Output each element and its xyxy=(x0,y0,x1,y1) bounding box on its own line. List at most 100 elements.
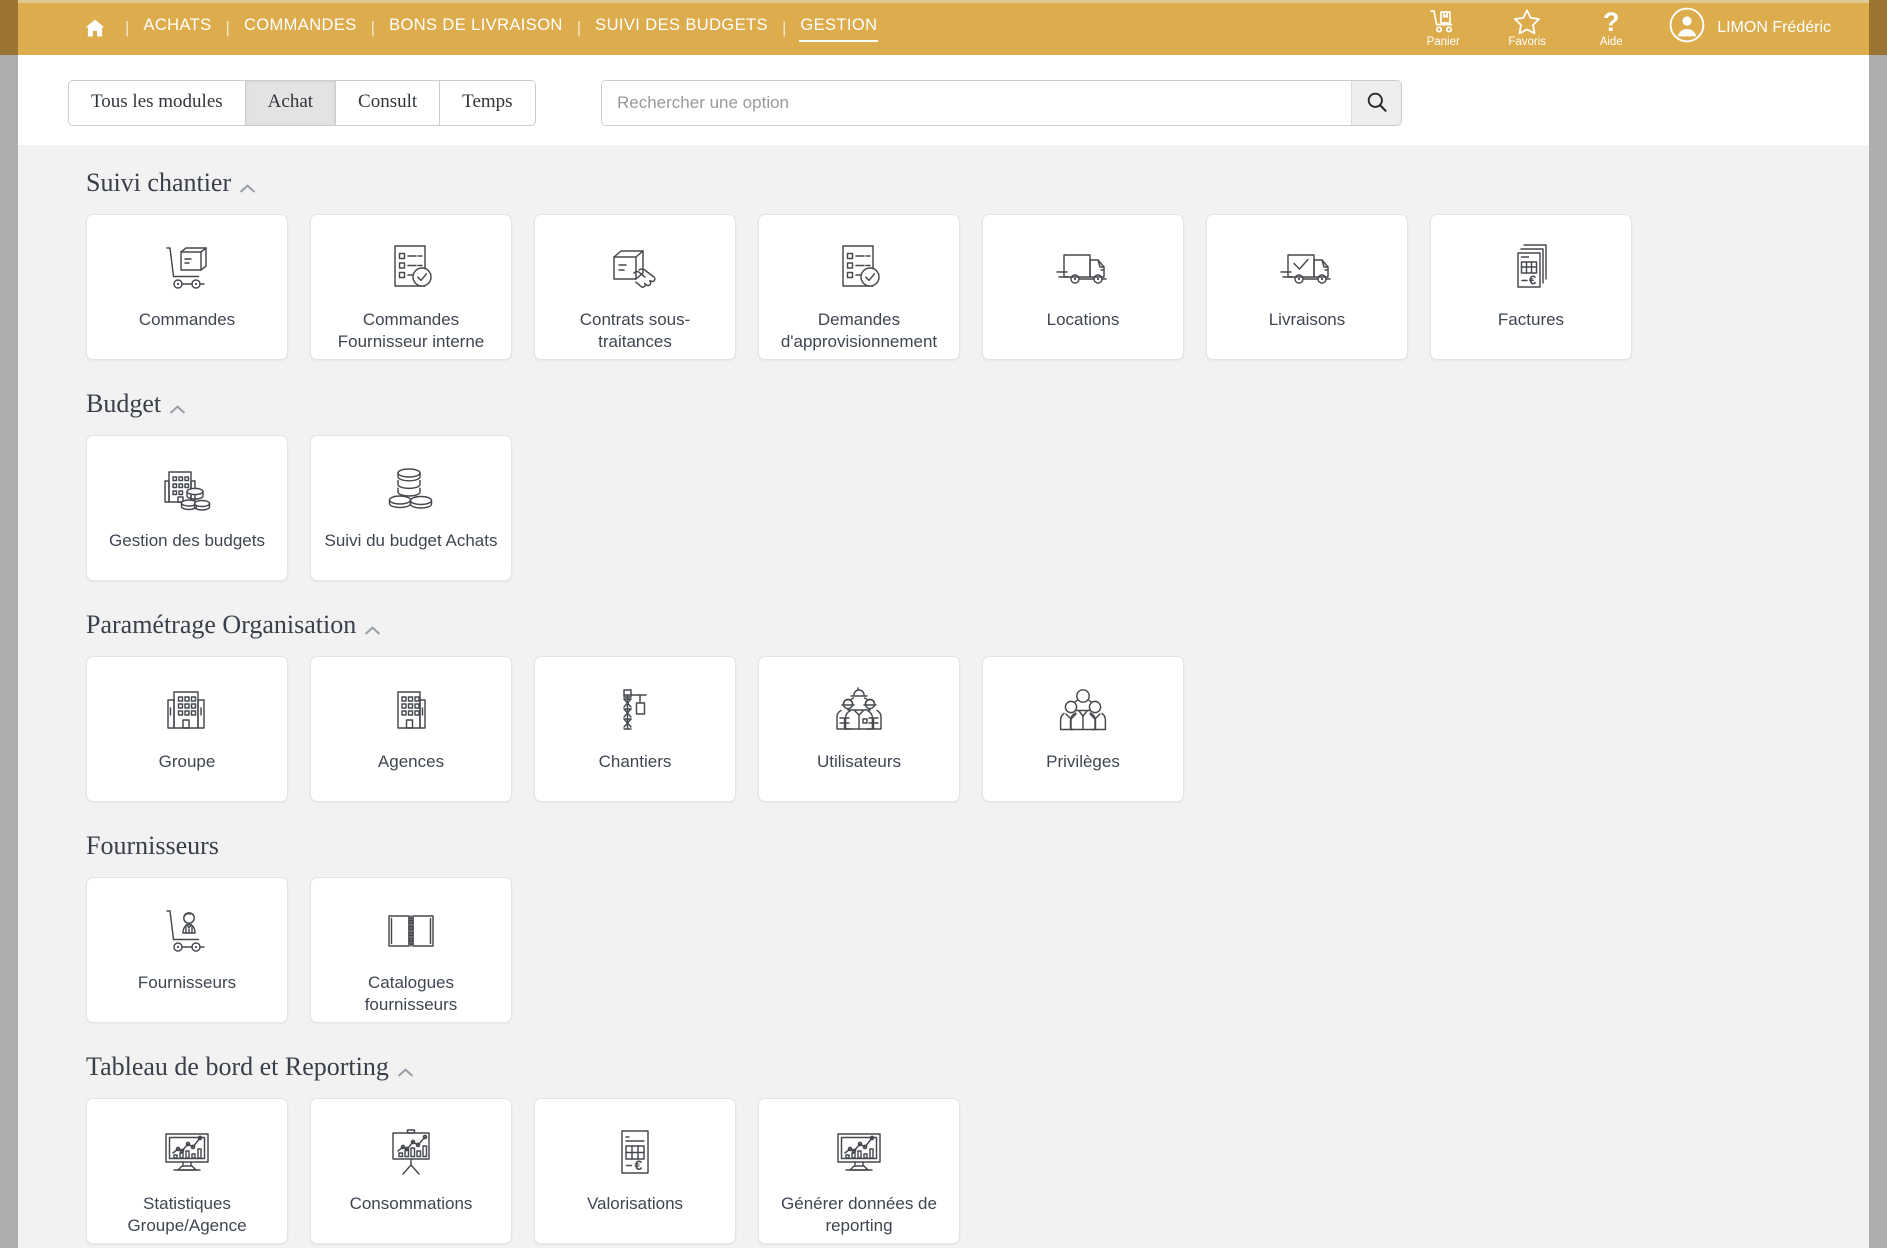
module-card-label: Statistiques Groupe/Agence xyxy=(127,1194,247,1235)
module-card-label: Utilisateurs xyxy=(816,752,902,771)
module-card-label: Locations xyxy=(1046,310,1120,329)
tab-consult[interactable]: Consult xyxy=(336,81,441,125)
cart-trolley-icon xyxy=(1428,8,1458,35)
question-mark-icon: ? xyxy=(1602,6,1620,37)
app-header: | ACHATS | COMMANDES | BONS DE LIVRAISON… xyxy=(18,0,1869,55)
section-header-budget[interactable]: Budget xyxy=(86,382,185,426)
building-coins-icon xyxy=(159,460,215,518)
module-filter-bar: Tous les modules Achat Consult Temps xyxy=(18,55,1869,145)
module-card-statistiques-groupe-agence[interactable]: Statistiques Groupe/Agence xyxy=(86,1098,288,1244)
module-card-agences[interactable]: Agences xyxy=(310,656,512,802)
module-card-groupe[interactable]: Groupe xyxy=(86,656,288,802)
user-menu[interactable]: LIMON Frédéric xyxy=(1669,7,1831,48)
module-card-generer-donnees-de-reporting[interactable]: Générer données de reporting xyxy=(758,1098,960,1244)
chevron-up-icon[interactable] xyxy=(365,622,381,634)
monitor-chart-icon xyxy=(159,1123,215,1181)
chevron-up-icon[interactable] xyxy=(240,180,255,192)
section-title: Suivi chantier xyxy=(86,168,232,197)
module-card-label: Catalogues fournisseurs xyxy=(364,973,458,1014)
user-avatar-icon xyxy=(1669,7,1705,48)
trolley-person-icon xyxy=(159,902,215,960)
module-card-label: Consommations xyxy=(349,1194,473,1213)
module-card-label: Commandes xyxy=(138,310,236,329)
checklist-box-check-icon xyxy=(832,239,886,297)
truck-check-icon xyxy=(1277,239,1337,297)
chevron-up-icon[interactable] xyxy=(170,401,185,413)
box-handshake-icon xyxy=(606,239,664,297)
module-card-consommations[interactable]: Consommations xyxy=(310,1098,512,1244)
section-header-tableau-de-bord-et-reporting[interactable]: Tableau de bord et Reporting xyxy=(86,1045,413,1089)
nav-item-commandes[interactable]: COMMANDES xyxy=(243,13,358,42)
workers-helmet-icon xyxy=(831,681,887,739)
window-frame-right xyxy=(1869,0,1887,1248)
svg-text:€: € xyxy=(1529,273,1536,288)
section-header-suivi-chantier[interactable]: Suivi chantier xyxy=(86,161,255,205)
module-card-locations[interactable]: Locations xyxy=(982,214,1184,360)
nav-item-bons-de-livraison[interactable]: BONS DE LIVRAISON xyxy=(388,13,564,42)
module-card-privileges[interactable]: Privilèges xyxy=(982,656,1184,802)
favorites-label: Favoris xyxy=(1508,35,1547,48)
browser-viewport: | ACHATS | COMMANDES | BONS DE LIVRAISON… xyxy=(0,0,1887,1248)
search-icon xyxy=(1366,91,1388,116)
section-title: Fournisseurs xyxy=(86,831,219,860)
people-suit-icon xyxy=(1055,681,1111,739)
search-input[interactable] xyxy=(602,81,1351,125)
window-frame-left xyxy=(0,0,18,1248)
monitor-chart-icon xyxy=(831,1123,887,1181)
top-hairline xyxy=(18,0,1869,3)
easel-chart-icon xyxy=(385,1123,437,1181)
help-button[interactable]: ? Aide xyxy=(1569,0,1653,55)
module-card-chantiers[interactable]: Chantiers xyxy=(534,656,736,802)
truck-icon xyxy=(1053,239,1113,297)
module-card-label: Privilèges xyxy=(1046,752,1120,771)
chevron-up-icon[interactable] xyxy=(398,1064,413,1076)
search-button[interactable] xyxy=(1351,81,1401,125)
module-card-factures[interactable]: € Factures xyxy=(1430,214,1632,360)
section-parametrage-organisation: Paramétrage Organisation Groupe Agences … xyxy=(18,603,1869,802)
module-card-demandes-approvisionnement[interactable]: Demandes d'approvisionnement xyxy=(758,214,960,360)
section-header-fournisseurs[interactable]: Fournisseurs xyxy=(86,824,219,868)
module-card-contrats-sous-traitances[interactable]: Contrats sous-traitances xyxy=(534,214,736,360)
search-bar xyxy=(601,80,1402,126)
module-card-label: Agences xyxy=(377,752,445,771)
home-icon[interactable] xyxy=(78,11,112,45)
cart-button[interactable]: Panier xyxy=(1401,0,1485,55)
header-actions: Panier Favoris ? Aide LIMON Frédéric xyxy=(1401,0,1831,55)
module-card-gestion-des-budgets[interactable]: Gestion des budgets xyxy=(86,435,288,581)
module-card-label: Factures xyxy=(1497,310,1565,329)
module-card-label: Livraisons xyxy=(1268,310,1346,329)
card-row: Commandes Commandes Fournisseur interne xyxy=(86,205,1869,360)
module-card-valorisations[interactable]: € Valorisations xyxy=(534,1098,736,1244)
section-title: Paramétrage Organisation xyxy=(86,610,357,639)
module-card-label: Chantiers xyxy=(598,752,672,771)
module-card-label: Gestion des budgets xyxy=(109,531,265,550)
module-card-fournisseurs[interactable]: Fournisseurs xyxy=(86,877,288,1023)
section-header-parametrage-organisation[interactable]: Paramétrage Organisation xyxy=(86,603,381,647)
nav-separator: | xyxy=(781,17,787,37)
card-row: Groupe Agences Chantiers Utilisateurs Pr… xyxy=(86,647,1869,802)
main-navigation: | ACHATS | COMMANDES | BONS DE LIVRAISON… xyxy=(78,0,879,55)
building-icon xyxy=(387,681,435,739)
section-title: Budget xyxy=(86,389,162,418)
window-frame-cap-left xyxy=(0,0,18,55)
nav-separator: | xyxy=(576,17,582,37)
tab-achat[interactable]: Achat xyxy=(245,81,337,125)
nav-item-achats[interactable]: ACHATS xyxy=(142,13,212,42)
invoice-euro-icon: € xyxy=(612,1123,658,1181)
module-card-commandes[interactable]: Commandes xyxy=(86,214,288,360)
module-card-catalogues-fournisseurs[interactable]: Catalogues fournisseurs xyxy=(310,877,512,1023)
tab-temps[interactable]: Temps xyxy=(440,81,535,125)
module-card-label: Fournisseurs xyxy=(137,973,237,992)
module-tabs: Tous les modules Achat Consult Temps xyxy=(68,80,536,126)
card-row: Fournisseurs Catalogues fournisseurs xyxy=(86,868,1869,1023)
tab-tous-les-modules[interactable]: Tous les modules xyxy=(69,81,246,125)
card-row: Gestion des budgets Suivi du budget Acha… xyxy=(86,426,1869,581)
nav-item-suivi-des-budgets[interactable]: SUIVI DES BUDGETS xyxy=(594,13,769,42)
window-frame-cap-right xyxy=(1869,0,1887,55)
module-card-livraisons[interactable]: Livraisons xyxy=(1206,214,1408,360)
favorites-button[interactable]: Favoris xyxy=(1485,0,1569,55)
module-card-commandes-fournisseur-interne[interactable]: Commandes Fournisseur interne xyxy=(310,214,512,360)
nav-item-gestion[interactable]: GESTION xyxy=(799,13,879,42)
module-card-utilisateurs[interactable]: Utilisateurs xyxy=(758,656,960,802)
module-card-suivi-du-budget-achats[interactable]: Suivi du budget Achats xyxy=(310,435,512,581)
